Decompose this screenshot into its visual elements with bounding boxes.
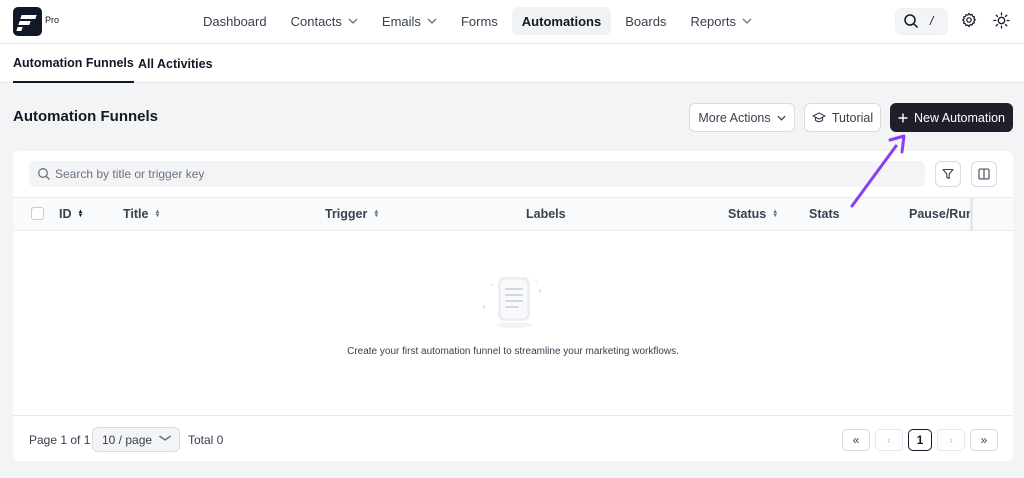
gear-icon[interactable]: [961, 12, 977, 28]
last-page-button[interactable]: »: [970, 429, 998, 451]
sort-icon: ▲ ▼: [772, 209, 779, 219]
tab-automation-funnels[interactable]: Automation Funnels: [13, 44, 134, 83]
sun-icon[interactable]: [993, 12, 1010, 29]
page-title: Automation Funnels: [13, 108, 158, 125]
columns-button[interactable]: [971, 161, 997, 187]
more-actions-label: More Actions: [698, 110, 771, 125]
main-nav: Dashboard Contacts Emails Forms Automati…: [193, 7, 766, 35]
nav-automations-label: Automations: [521, 13, 602, 29]
column-stats-header: Stats: [809, 198, 840, 230]
total-count: Total 0: [188, 433, 224, 447]
tab-all-activities-label: All Activities: [138, 56, 213, 71]
column-status-label: Status: [728, 207, 767, 221]
empty-state-message: Create your first automation funnel to s…: [347, 346, 679, 357]
more-actions-button[interactable]: More Actions: [689, 103, 795, 132]
annotation-arrow-icon: [850, 134, 906, 208]
column-stats-label: Stats: [809, 207, 840, 221]
nav-dashboard[interactable]: Dashboard: [193, 7, 277, 35]
chevron-down-icon: [348, 18, 358, 24]
search-shortcut-key: /: [930, 14, 934, 28]
chevron-right-icon: ›: [949, 433, 953, 447]
nav-forms[interactable]: Forms: [451, 7, 508, 35]
nav-contacts-label: Contacts: [290, 13, 342, 29]
nav-boards-label: Boards: [625, 13, 667, 29]
column-id-header[interactable]: ID ▲ ▼: [59, 198, 83, 230]
column-id-label: ID: [59, 207, 72, 221]
sort-icon: ▲ ▼: [154, 209, 161, 219]
column-status-header[interactable]: Status ▲ ▼: [728, 198, 778, 230]
page-size-select[interactable]: 10 / page: [92, 427, 180, 452]
chevron-down-icon: [777, 115, 786, 121]
prev-page-button[interactable]: ‹: [875, 429, 903, 451]
column-title-header[interactable]: Title ▲ ▼: [123, 198, 160, 230]
first-page-button[interactable]: «: [842, 429, 870, 451]
brand-logo[interactable]: [13, 7, 42, 36]
column-labels-label: Labels: [526, 207, 566, 221]
top-navigation-bar: Pro Dashboard Contacts Emails Forms Auto…: [0, 0, 1024, 44]
nav-dashboard-label: Dashboard: [203, 13, 267, 29]
nav-emails-label: Emails: [381, 13, 421, 29]
page-1-label: 1: [916, 433, 924, 447]
column-labels-header: Labels: [526, 198, 566, 230]
sub-tabs: Automation Funnels All Activities: [0, 44, 1024, 83]
chevron-left-icon: ‹: [887, 433, 891, 447]
tab-all-activities[interactable]: All Activities: [138, 44, 213, 83]
graduation-cap-icon: [812, 111, 826, 122]
plus-icon: [898, 113, 908, 122]
funnel-search-box: [29, 161, 925, 187]
column-trigger-header[interactable]: Trigger ▲ ▼: [325, 198, 379, 230]
pagination-bar: Page 1 of 1 10 / page Total 0 « ‹ 1 › »: [13, 415, 1013, 461]
column-title-label: Title: [123, 207, 149, 221]
select-all-checkbox[interactable]: [31, 207, 44, 220]
first-page-icon: «: [852, 433, 860, 447]
funnel-search-input[interactable]: [55, 161, 915, 187]
chevron-down-icon: [742, 18, 752, 24]
nav-automations[interactable]: Automations: [511, 7, 612, 35]
tab-automation-funnels-label: Automation Funnels: [13, 55, 134, 70]
search-icon: [904, 14, 919, 29]
global-search-button[interactable]: /: [895, 8, 948, 35]
filter-button[interactable]: [935, 161, 961, 187]
search-icon: [38, 168, 50, 180]
tutorial-button[interactable]: Tutorial: [804, 103, 881, 132]
sticky-column-divider: [970, 198, 973, 230]
sort-icon: ▲ ▼: [77, 209, 84, 219]
sort-icon: ▲ ▼: [373, 209, 380, 219]
new-automation-button[interactable]: New Automation: [890, 103, 1013, 132]
page-info: Page 1 of 1: [29, 433, 91, 447]
tutorial-label: Tutorial: [831, 110, 874, 125]
nav-contacts[interactable]: Contacts: [281, 7, 368, 35]
page-1-button[interactable]: 1: [908, 429, 932, 451]
columns-icon: [978, 168, 990, 180]
column-trigger-label: Trigger: [325, 207, 368, 221]
last-page-icon: »: [980, 433, 988, 447]
nav-forms-label: Forms: [460, 13, 498, 29]
chevron-down-icon: [158, 435, 172, 441]
plan-badge: Pro: [45, 15, 60, 25]
new-automation-label: New Automation: [913, 110, 1006, 125]
empty-document-illustration: [482, 277, 542, 328]
nav-boards[interactable]: Boards: [615, 7, 676, 35]
next-page-button[interactable]: ›: [937, 429, 965, 451]
nav-reports-label: Reports: [690, 13, 736, 29]
chevron-down-icon: [427, 18, 437, 24]
page-size-value: 10 / page: [102, 432, 153, 447]
nav-emails[interactable]: Emails: [372, 7, 447, 35]
filter-icon: [942, 168, 954, 180]
nav-reports[interactable]: Reports: [680, 7, 762, 35]
